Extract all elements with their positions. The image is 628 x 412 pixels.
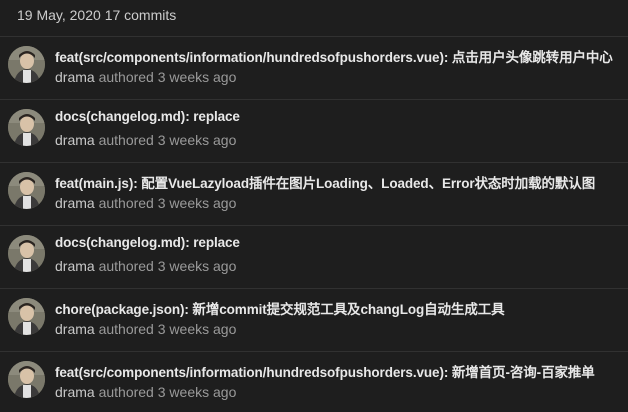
commit-verb: authored <box>98 132 154 148</box>
commit-message[interactable]: docs(changelog.md): replace <box>55 109 624 124</box>
commit-time: 3 weeks ago <box>157 258 237 274</box>
group-commit-count: 17 commits <box>104 7 177 23</box>
commit-author[interactable]: drama <box>55 321 95 337</box>
group-date: 19 May, 2020 <box>17 7 101 23</box>
commit-row[interactable]: docs(changelog.md): replace drama author… <box>0 99 628 162</box>
commit-list: feat(src/components/information/hundreds… <box>0 36 628 412</box>
commit-verb: authored <box>98 321 154 337</box>
commit-message[interactable]: docs(changelog.md): replace <box>55 235 624 250</box>
author-avatar[interactable] <box>8 361 45 398</box>
commit-verb: authored <box>98 384 154 400</box>
commit-row[interactable]: docs(changelog.md): replace drama author… <box>0 225 628 288</box>
commit-message[interactable]: chore(package.json): 新增commit提交规范工具及chan… <box>55 298 624 318</box>
commit-author[interactable]: drama <box>55 258 95 274</box>
commit-verb: authored <box>98 195 154 211</box>
commit-time: 3 weeks ago <box>157 132 237 148</box>
commit-time: 3 weeks ago <box>157 321 237 337</box>
avatar-photo-icon <box>8 298 45 335</box>
author-avatar[interactable] <box>8 172 45 209</box>
commit-meta: drama authored 3 weeks ago <box>55 384 236 400</box>
commit-meta: drama authored 3 weeks ago <box>55 321 236 337</box>
commit-author[interactable]: drama <box>55 132 95 148</box>
commit-message[interactable]: feat(src/components/information/hundreds… <box>55 46 624 66</box>
commit-verb: authored <box>98 69 154 85</box>
commit-author[interactable]: drama <box>55 69 95 85</box>
commit-meta: drama authored 3 weeks ago <box>55 258 236 274</box>
author-avatar[interactable] <box>8 109 45 146</box>
avatar-photo-icon <box>8 361 45 398</box>
commit-time: 3 weeks ago <box>157 384 237 400</box>
author-avatar[interactable] <box>8 298 45 335</box>
commit-verb: authored <box>98 258 154 274</box>
commit-row[interactable]: feat(src/components/information/hundreds… <box>0 36 628 99</box>
commit-row[interactable]: feat(main.js): 配置VueLazyload插件在图片Loading… <box>0 162 628 225</box>
commit-author[interactable]: drama <box>55 384 95 400</box>
commit-author[interactable]: drama <box>55 195 95 211</box>
avatar-photo-icon <box>8 235 45 272</box>
commit-meta: drama authored 3 weeks ago <box>55 132 236 148</box>
commit-meta: drama authored 3 weeks ago <box>55 69 236 85</box>
avatar-photo-icon <box>8 46 45 83</box>
avatar-photo-icon <box>8 172 45 209</box>
commit-meta: drama authored 3 weeks ago <box>55 195 236 211</box>
author-avatar[interactable] <box>8 46 45 83</box>
commit-group-header: 19 May, 2020 17 commits <box>0 0 628 30</box>
commit-row[interactable]: feat(src/components/information/hundreds… <box>0 351 628 412</box>
commit-history-panel: 19 May, 2020 17 commits feat(src/compone… <box>0 0 628 412</box>
commit-time: 3 weeks ago <box>157 195 237 211</box>
commit-time: 3 weeks ago <box>157 69 237 85</box>
commit-row[interactable]: chore(package.json): 新增commit提交规范工具及chan… <box>0 288 628 351</box>
avatar-photo-icon <box>8 109 45 146</box>
commit-message[interactable]: feat(src/components/information/hundreds… <box>55 361 624 381</box>
commit-message[interactable]: feat(main.js): 配置VueLazyload插件在图片Loading… <box>55 172 624 192</box>
author-avatar[interactable] <box>8 235 45 272</box>
